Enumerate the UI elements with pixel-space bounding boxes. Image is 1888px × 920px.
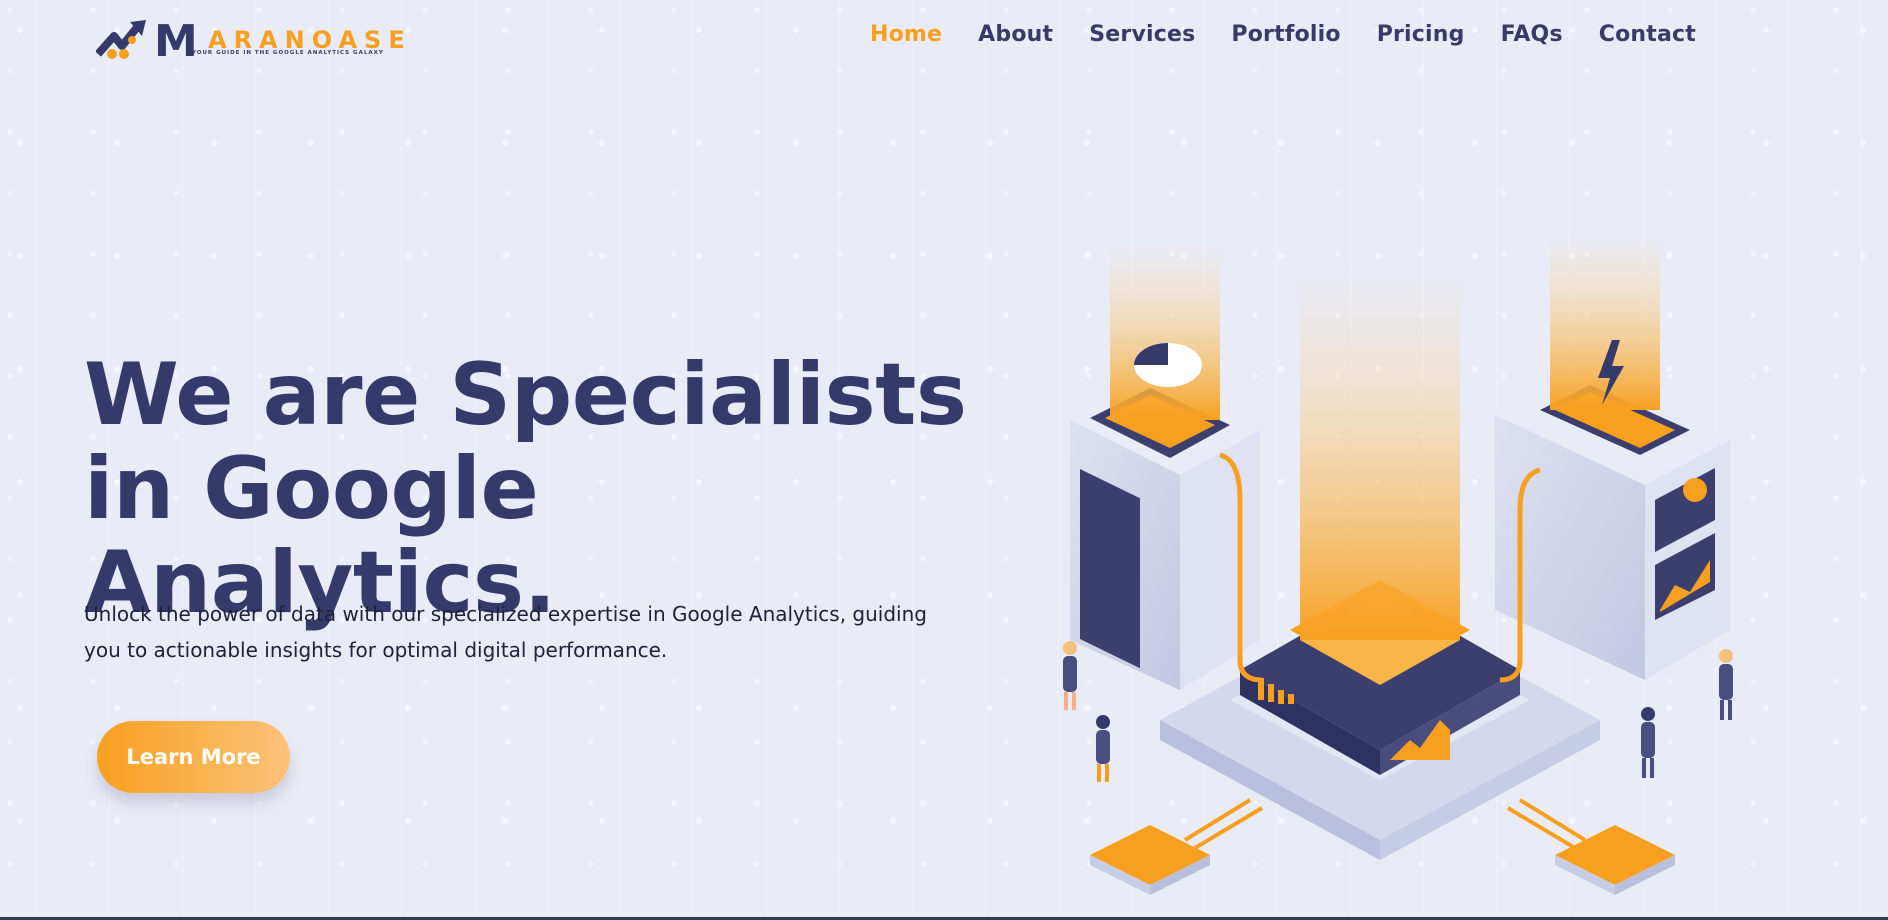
logo-arrow-icon: M (96, 16, 198, 60)
nav-about[interactable]: About (960, 22, 1071, 47)
hero-title-line: We are Specialists (84, 344, 967, 445)
person-figure (1641, 707, 1655, 778)
right-light-beam (1550, 230, 1660, 410)
nav-pricing[interactable]: Pricing (1359, 22, 1483, 47)
pie-chart-icon (1134, 343, 1202, 387)
logo-tagline: YOUR GUIDE IN THE GOOGLE ANALYTICS GALAX… (192, 50, 384, 56)
left-light-beam (1110, 240, 1220, 420)
right-connector (1506, 798, 1587, 850)
nav-contact[interactable]: Contact (1581, 22, 1714, 47)
center-light-beam (1300, 260, 1460, 640)
hero-title: We are Specialists in Google Analytics. (84, 348, 984, 630)
nav-faqs[interactable]: FAQs (1483, 22, 1581, 47)
brand-logo[interactable]: M ARANOASE YOUR GUIDE IN THE GOOGLE ANAL… (96, 14, 405, 64)
person-figure (1719, 649, 1733, 720)
right-chip (1555, 825, 1675, 895)
hero-title-line: in Google (84, 438, 539, 539)
nav-portfolio[interactable]: Portfolio (1213, 22, 1358, 47)
person-figure (1096, 715, 1110, 782)
site-header: M ARANOASE YOUR GUIDE IN THE GOOGLE ANAL… (0, 0, 1888, 80)
right-server-tower (1495, 370, 1730, 680)
nav-home[interactable]: Home (852, 22, 960, 47)
left-server-tower (1070, 380, 1260, 690)
main-nav: Home About Services Portfolio Pricing FA… (852, 22, 1714, 47)
hero-subtitle: Unlock the power of data with our specia… (84, 602, 927, 662)
learn-more-button[interactable]: Learn More (97, 721, 290, 793)
nav-services[interactable]: Services (1071, 22, 1213, 47)
analytics-illustration (1063, 230, 1733, 895)
left-connector (1183, 798, 1264, 850)
person-figure (1063, 641, 1077, 710)
